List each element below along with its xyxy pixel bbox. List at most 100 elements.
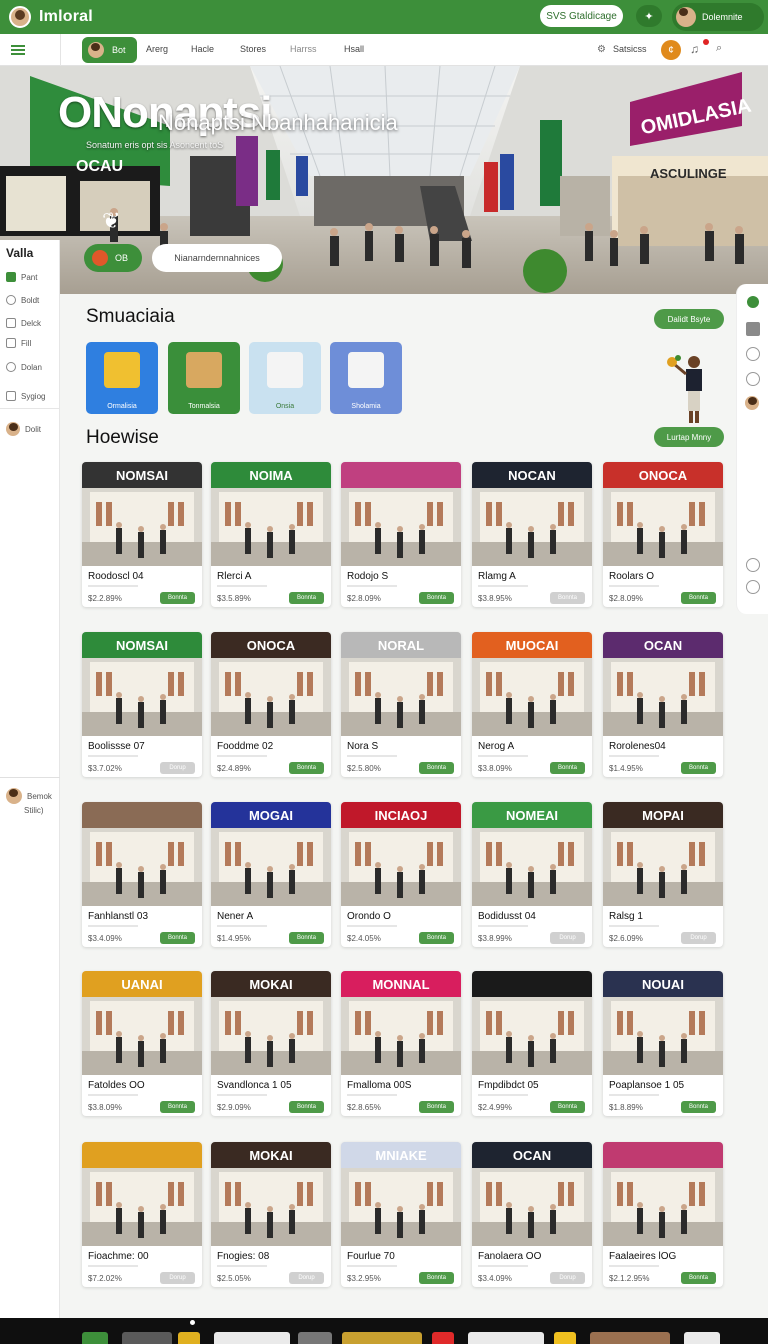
sidebar-item-3[interactable]: Delck: [6, 318, 41, 328]
stores-action-button[interactable]: Lurtap Mnny: [654, 427, 724, 447]
dock-app-icon[interactable]: [82, 1332, 108, 1344]
sidebar-user[interactable]: Dolit: [6, 422, 41, 436]
store-action-button[interactable]: Bonnta: [681, 1272, 716, 1284]
sidebar-item-5[interactable]: Dolan: [6, 362, 42, 372]
store-action-button[interactable]: Dorup: [289, 1272, 324, 1284]
store-card[interactable]: MOKAI Fnogies: 08 $2.5.05% Dorup: [211, 1142, 331, 1287]
store-card[interactable]: NOCAN Rlamg A $3.8.95% Bonnta: [472, 462, 592, 607]
app-avatar[interactable]: [9, 6, 31, 28]
dock-app-icon[interactable]: [468, 1332, 544, 1344]
up-icon[interactable]: [746, 558, 760, 572]
store-card[interactable]: MOGAI Nener A $1.4.95% Bonnta: [211, 802, 331, 947]
store-card[interactable]: NOIMA Rlerci A $3.5.89% Bonnta: [211, 462, 331, 607]
hero-badge[interactable]: OB: [84, 244, 142, 272]
store-card[interactable]: Rodojo S $2.8.09% Bonnta: [341, 462, 461, 607]
store-card[interactable]: NORAL Nora S $2.5.80% Bonnta: [341, 632, 461, 777]
store-action-button[interactable]: Bonnta: [550, 1101, 585, 1113]
store-action-button[interactable]: Bonnta: [160, 1101, 195, 1113]
store-action-button[interactable]: Bonnta: [681, 762, 716, 774]
nav-link-4[interactable]: Harrss: [290, 44, 317, 54]
store-action-button[interactable]: Dorup: [550, 1272, 585, 1284]
store-action-button[interactable]: Bonnta: [419, 762, 454, 774]
dock-app-icon[interactable]: [298, 1332, 332, 1344]
dock-app-icon[interactable]: [554, 1332, 576, 1344]
sidebar-item-4[interactable]: Fill: [6, 338, 31, 348]
nav-link-5[interactable]: Hsall: [344, 44, 364, 54]
store-card[interactable]: Fanhlanstl 03 $3.4.09% Bonnta: [82, 802, 202, 947]
coin-icon[interactable]: ¢: [661, 40, 681, 60]
top-action-button[interactable]: SVS Gtaldicage: [540, 5, 623, 27]
store-action-button[interactable]: Dorup: [160, 762, 195, 774]
category-tile[interactable]: Ormalisia: [86, 342, 158, 414]
hero-cta-button[interactable]: Nianarndernnahnices: [152, 244, 282, 272]
sidebar-bottom-user[interactable]: Bemok: [6, 788, 52, 804]
store-action-button[interactable]: Bonnta: [160, 592, 195, 604]
store-action-button[interactable]: Bonnta: [550, 762, 585, 774]
store-action-button[interactable]: Dorup: [550, 932, 585, 944]
store-card[interactable]: ONOCA Fooddme 02 $2.4.89% Bonnta: [211, 632, 331, 777]
store-card[interactable]: MUOCAI Nerog A $3.8.09% Bonnta: [472, 632, 592, 777]
store-action-button[interactable]: Bonnta: [289, 762, 324, 774]
store-card[interactable]: MOKAI Svandlonca 1 05 $2.9.09% Bonnta: [211, 971, 331, 1116]
store-card[interactable]: INCIAOJ Orondo O $2.4.05% Bonnta: [341, 802, 461, 947]
store-card[interactable]: NOUAI Poaplansoe 1 05 $1.8.89% Bonnta: [603, 971, 723, 1116]
help-icon[interactable]: [746, 372, 760, 386]
down-icon[interactable]: [746, 580, 760, 594]
info-icon[interactable]: [746, 347, 760, 361]
store-action-button[interactable]: Bonnta: [419, 592, 454, 604]
menu-icon[interactable]: [11, 44, 25, 47]
store-action-button[interactable]: Bonnta: [681, 592, 716, 604]
dock-app-icon[interactable]: [178, 1332, 200, 1344]
dock-app-icon[interactable]: [214, 1332, 290, 1344]
nav-item-active[interactable]: Bot: [82, 37, 137, 63]
store-card[interactable]: OCAN Fanolaera OO $3.4.09% Dorup: [472, 1142, 592, 1287]
status-icon[interactable]: [747, 296, 759, 308]
store-card[interactable]: OCAN Rorolenes04 $1.4.95% Bonnta: [603, 632, 723, 777]
store-card[interactable]: NOMSAI Roodoscl 04 $2.2.89% Bonnta: [82, 462, 202, 607]
store-action-button[interactable]: Bonnta: [289, 592, 324, 604]
category-tile[interactable]: Sholamia: [330, 342, 402, 414]
store-card[interactable]: MOPAI Ralsg 1 $2.6.09% Dorup: [603, 802, 723, 947]
dock-app-icon[interactable]: [342, 1332, 422, 1344]
store-action-button[interactable]: Dorup: [160, 1272, 195, 1284]
store-action-button[interactable]: Bonnta: [550, 592, 585, 604]
category-tile[interactable]: Onsia: [249, 342, 321, 414]
store-action-button[interactable]: Bonnta: [289, 1101, 324, 1113]
store-card[interactable]: MONNAL Fmalloma 00S $2.8.65% Bonnta: [341, 971, 461, 1116]
dock-app-icon[interactable]: [432, 1332, 454, 1344]
store-card[interactable]: Fmpdibdct 05 $2.4.99% Bonnta: [472, 971, 592, 1116]
categories-action-button[interactable]: Dalidt Bsyte: [654, 309, 724, 329]
rail-avatar[interactable]: [745, 396, 759, 410]
store-action-button[interactable]: Bonnta: [681, 1101, 716, 1113]
bell-icon[interactable]: ♫: [690, 42, 699, 56]
store-card[interactable]: ONOCA Roolars O $2.8.09% Bonnta: [603, 462, 723, 607]
sidebar-item-2[interactable]: Boldt: [6, 295, 39, 305]
store-card[interactable]: NOMSAI Boolissse 07 $3.7.02% Dorup: [82, 632, 202, 777]
store-action-button[interactable]: Bonnta: [419, 1101, 454, 1113]
settings-link[interactable]: Satsicss: [613, 44, 647, 54]
search-icon[interactable]: ⌕: [716, 42, 722, 55]
settings-icon[interactable]: ⚙: [597, 44, 606, 55]
store-action-button[interactable]: Dorup: [681, 932, 716, 944]
store-action-button[interactable]: Bonnta: [419, 932, 454, 944]
nav-link-3[interactable]: Stores: [240, 44, 266, 54]
store-card[interactable]: Fioachme: 00 $7.2.02% Dorup: [82, 1142, 202, 1287]
dock-app-icon[interactable]: [590, 1332, 670, 1344]
store-card[interactable]: MNIAKE Fourlue 70 $3.2.95% Bonnta: [341, 1142, 461, 1287]
store-card[interactable]: NOMEAI Bodidusst 04 $3.8.99% Dorup: [472, 802, 592, 947]
dock-app-icon[interactable]: [122, 1332, 172, 1344]
user-chip[interactable]: Dolemnite: [672, 3, 764, 31]
sparkle-icon[interactable]: ✦: [636, 5, 662, 27]
store-action-button[interactable]: Bonnta: [160, 932, 195, 944]
store-action-button[interactable]: Bonnta: [419, 1272, 454, 1284]
store-card[interactable]: UANAI Fatoldes OO $3.8.09% Bonnta: [82, 971, 202, 1116]
sidebar-item-6[interactable]: Sygiog: [6, 391, 45, 401]
category-tile[interactable]: Tonmalsia: [168, 342, 240, 414]
sidebar-item-1[interactable]: Pant: [6, 272, 37, 282]
store-action-button[interactable]: Bonnta: [289, 932, 324, 944]
store-card[interactable]: Faalaeires lOG $2.1.2.95% Bonnta: [603, 1142, 723, 1287]
store-icon[interactable]: [746, 322, 760, 336]
dock-app-icon[interactable]: [684, 1332, 720, 1344]
nav-link-1[interactable]: Arerg: [146, 44, 168, 54]
nav-link-2[interactable]: Hacle: [191, 44, 214, 54]
